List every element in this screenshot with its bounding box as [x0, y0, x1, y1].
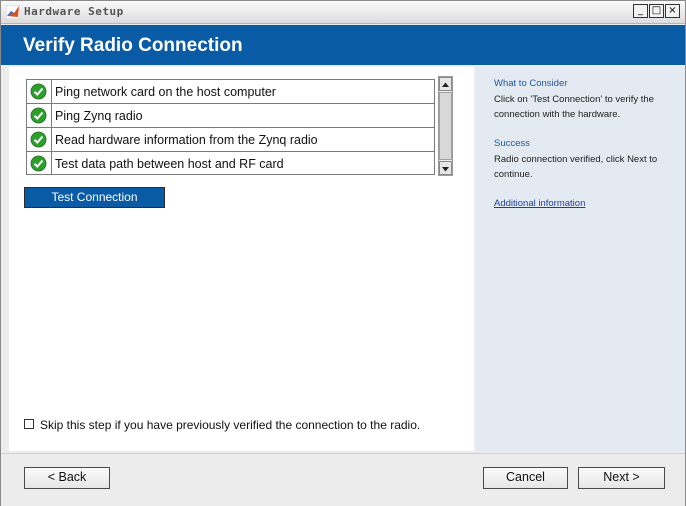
close-button[interactable]: ×	[665, 4, 680, 18]
check-label: Read hardware information from the Zynq …	[55, 133, 318, 147]
page-header: Verify Radio Connection	[1, 25, 685, 65]
success-text: Radio connection verified, click Next to…	[494, 154, 658, 180]
skip-step-label: Skip this step if you have previously ve…	[40, 418, 421, 432]
consider-text: Click on 'Test Connection' to verify the…	[494, 94, 654, 120]
scroll-down-button[interactable]	[439, 161, 452, 175]
title-bar[interactable]: Hardware Setup _ □ ×	[1, 1, 685, 24]
test-connection-button[interactable]: Test Connection	[24, 187, 165, 208]
check-row: Test data path between host and RF card	[27, 152, 434, 176]
page-title: Verify Radio Connection	[23, 35, 243, 56]
scroll-thumb[interactable]	[439, 92, 452, 160]
additional-information-link[interactable]: Additional information	[494, 198, 585, 209]
check-row: Read hardware information from the Zynq …	[27, 128, 434, 152]
check-status-cell	[27, 104, 52, 127]
hardware-setup-window: Hardware Setup _ □ × Verify Radio Connec…	[0, 0, 686, 506]
connection-checks-table: Ping network card on the host computer P…	[26, 79, 435, 175]
green-check-icon	[30, 107, 47, 124]
green-check-icon	[30, 131, 47, 148]
checks-scrollbar[interactable]	[438, 76, 453, 176]
next-button[interactable]: Next >	[578, 467, 665, 489]
back-button[interactable]: < Back	[24, 467, 110, 489]
consider-heading: What to Consider	[494, 78, 568, 89]
check-label: Test data path between host and RF card	[55, 157, 284, 171]
success-heading: Success	[494, 138, 530, 149]
green-check-icon	[30, 83, 47, 100]
wizard-footer: < Back Cancel Next >	[1, 453, 685, 506]
check-status-cell	[27, 80, 52, 103]
minimize-button[interactable]: _	[633, 4, 648, 18]
skip-step-checkbox[interactable]	[24, 419, 34, 429]
cancel-button[interactable]: Cancel	[483, 467, 568, 489]
green-check-icon	[30, 155, 47, 172]
matlab-logo-icon	[6, 5, 20, 19]
help-side-panel: What to Consider Click on 'Test Connecti…	[476, 67, 685, 451]
maximize-button[interactable]: □	[649, 4, 664, 18]
check-status-cell	[27, 128, 52, 151]
check-label: Ping Zynq radio	[55, 109, 143, 123]
main-content: Ping network card on the host computer P…	[9, 67, 474, 451]
check-status-cell	[27, 152, 52, 175]
window-title: Hardware Setup	[24, 5, 124, 18]
scroll-down-arrow-icon	[442, 167, 449, 172]
scroll-up-button[interactable]	[439, 77, 452, 91]
check-row: Ping network card on the host computer	[27, 80, 434, 104]
scroll-up-arrow-icon	[442, 82, 449, 87]
check-row: Ping Zynq radio	[27, 104, 434, 128]
check-label: Ping network card on the host computer	[55, 85, 276, 99]
